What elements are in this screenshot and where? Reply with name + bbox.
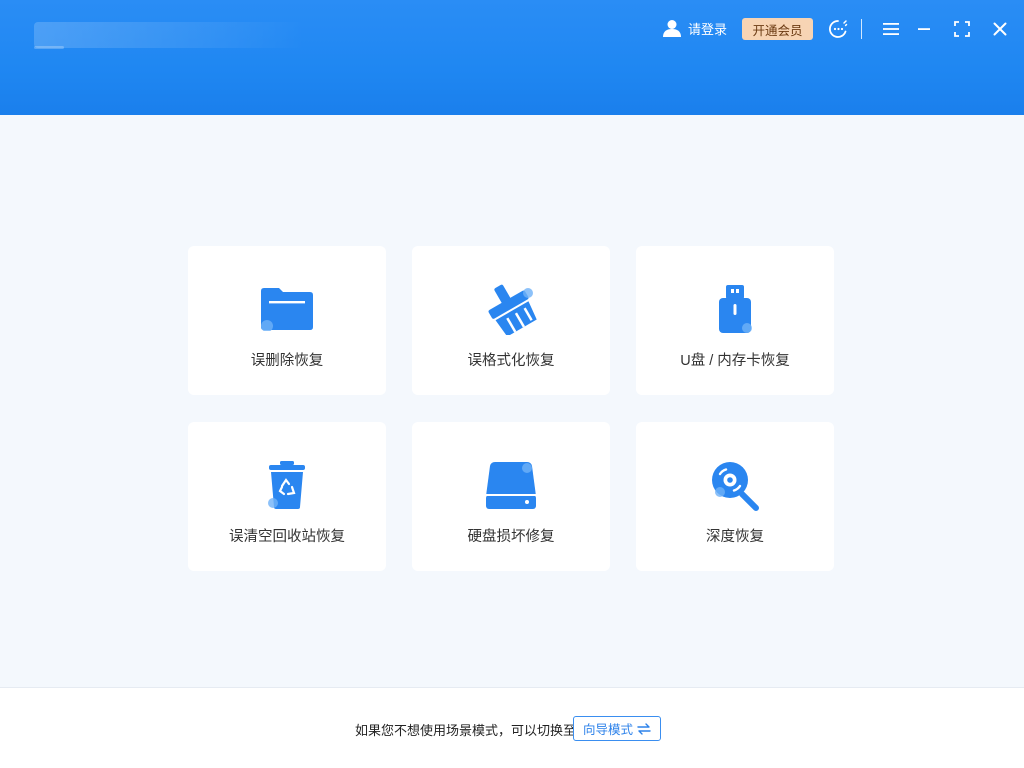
switch-arrows-icon <box>637 722 651 735</box>
folder-icon <box>261 288 313 331</box>
customer-service-icon <box>829 20 848 38</box>
card-label: 深度恢复 <box>706 529 764 545</box>
title-bar: 请登录 开通会员 <box>0 0 1024 115</box>
card-deep-recovery[interactable]: 深度恢复 <box>636 422 834 571</box>
footer-bar: 如果您不想使用场景模式，可以切换至 向导模式 <box>0 687 1024 768</box>
card-label: U盘 / 内存卡恢复 <box>680 353 790 369</box>
card-deleted-recovery[interactable]: 误删除恢复 <box>188 246 386 395</box>
card-label: 硬盘损坏修复 <box>467 529 555 545</box>
user-icon <box>663 20 681 37</box>
vip-label: 开通会员 <box>752 23 803 38</box>
card-label: 误清空回收站恢复 <box>229 529 345 545</box>
recycle-bin-icon <box>268 461 305 509</box>
close-button[interactable] <box>988 17 1012 41</box>
login-label: 请登录 <box>688 21 728 37</box>
guide-mode-label: 向导模式 <box>582 723 633 737</box>
deep-scan-icon <box>712 462 759 511</box>
app-logo <box>34 22 304 49</box>
minimize-button[interactable] <box>912 17 936 41</box>
maximize-icon <box>954 21 970 37</box>
usb-drive-icon <box>719 285 752 333</box>
hard-disk-icon <box>486 462 536 509</box>
customer-service-button[interactable] <box>826 17 850 41</box>
login-button[interactable]: 请登录 <box>662 17 727 39</box>
menu-icon <box>883 23 899 35</box>
card-recycle-bin-recovery[interactable]: 误清空回收站恢复 <box>188 422 386 571</box>
broom-icon <box>488 284 537 335</box>
minimize-icon <box>918 28 930 30</box>
card-format-recovery[interactable]: 误格式化恢复 <box>412 246 610 395</box>
maximize-button[interactable] <box>950 17 974 41</box>
card-label: 误删除恢复 <box>250 353 324 369</box>
mode-switch-tip: 如果您不想使用场景模式，可以切换至 <box>355 723 577 738</box>
header-divider <box>861 19 862 39</box>
vip-button[interactable]: 开通会员 <box>742 18 813 40</box>
card-disk-repair[interactable]: 硬盘损坏修复 <box>412 422 610 571</box>
guide-mode-button[interactable]: 向导模式 <box>573 716 661 741</box>
close-icon <box>993 22 1007 36</box>
card-usb-recovery[interactable]: U盘 / 内存卡恢复 <box>636 246 834 395</box>
menu-button[interactable] <box>879 17 903 41</box>
card-label: 误格式化恢复 <box>467 353 555 369</box>
